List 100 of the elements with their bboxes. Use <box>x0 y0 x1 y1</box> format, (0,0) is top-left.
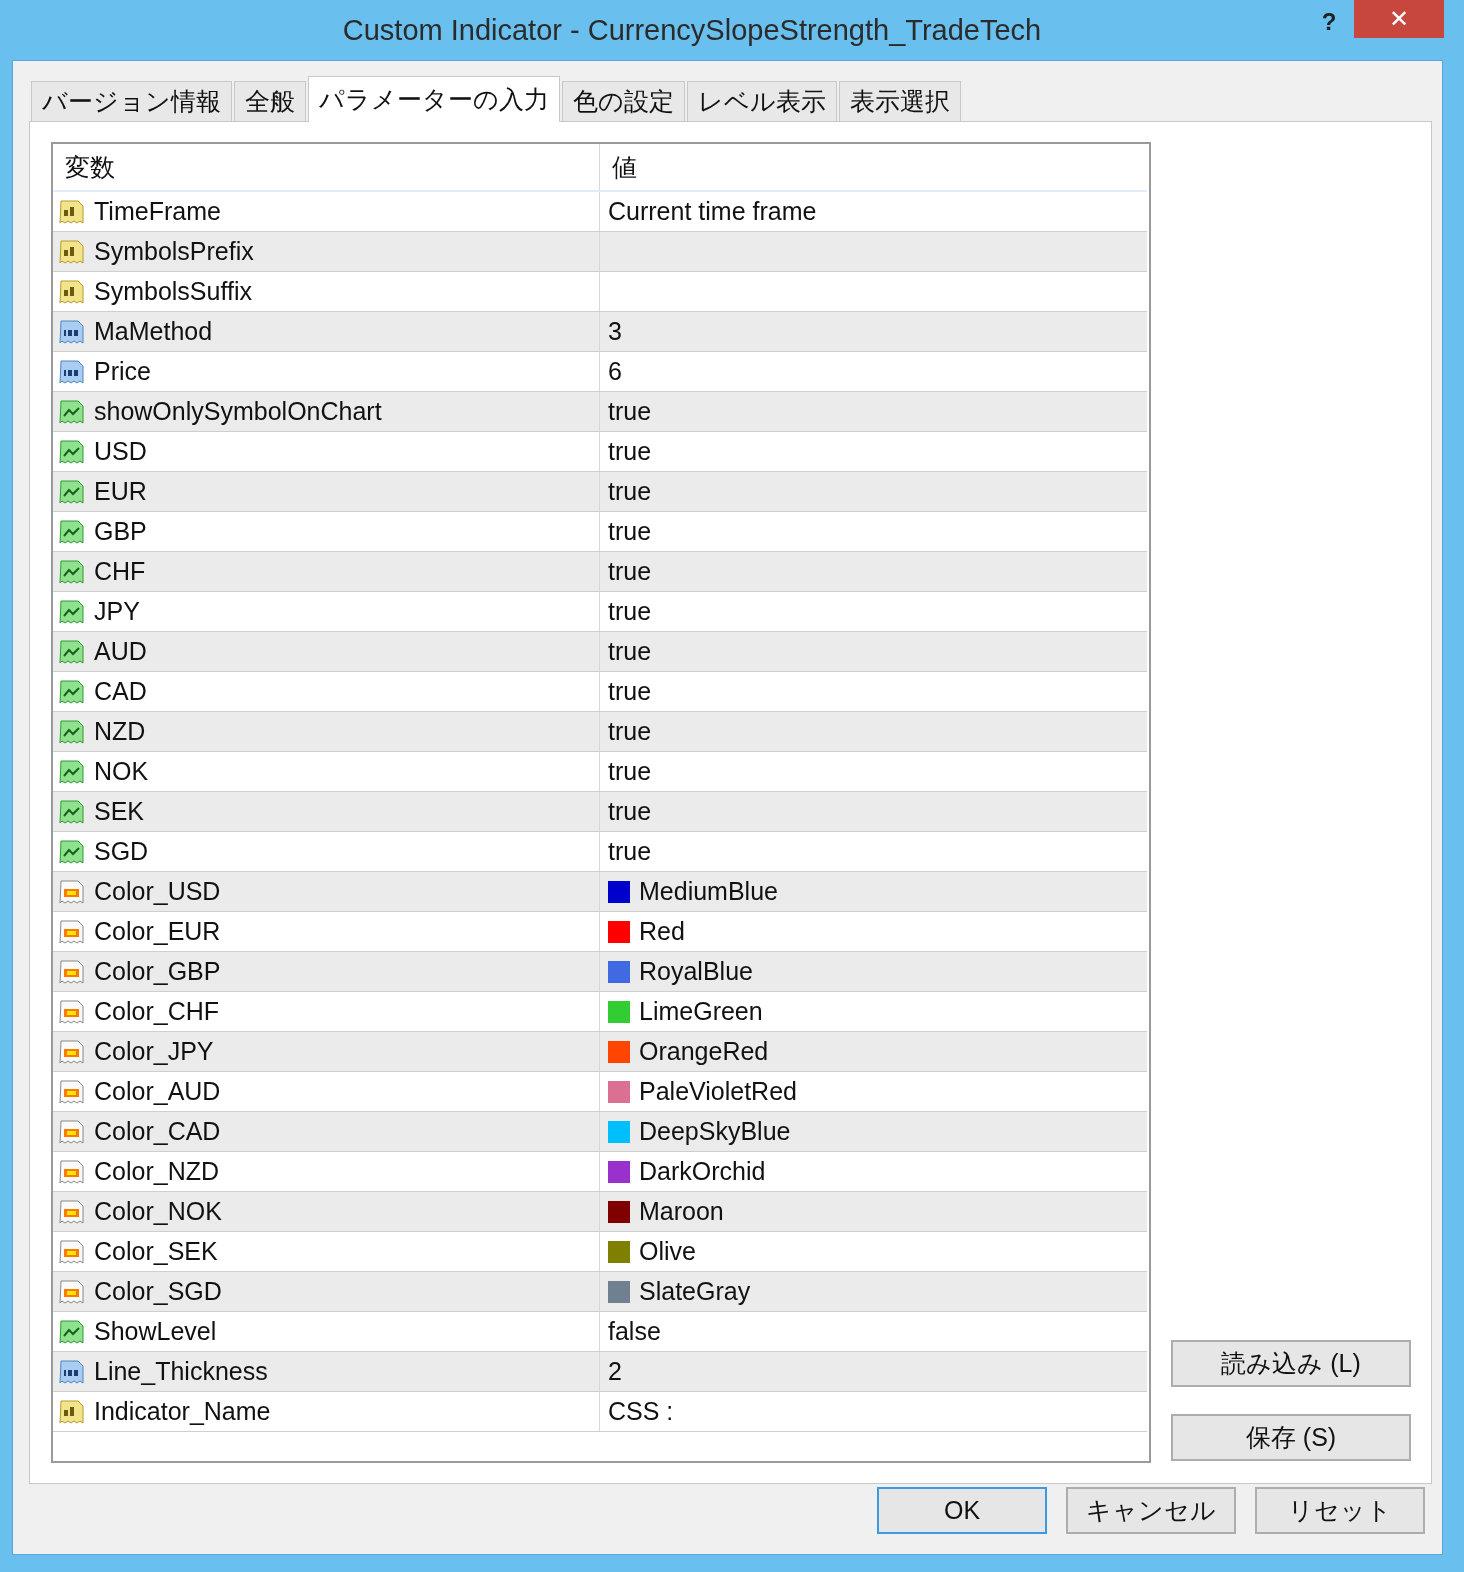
chart-type-icon <box>59 478 85 505</box>
tab[interactable]: パラメーターの入力 <box>308 76 560 122</box>
parameter-name: Color_GBP <box>94 957 221 986</box>
parameter-value[interactable]: Red <box>639 917 685 946</box>
parameter-value[interactable]: DeepSkyBlue <box>639 1117 791 1146</box>
number-type-icon <box>59 1358 85 1385</box>
dialog-button[interactable]: OK <box>877 1487 1047 1534</box>
parameter-value[interactable]: true <box>608 477 652 506</box>
parameter-value[interactable]: true <box>608 757 652 786</box>
chart-type-icon <box>59 598 85 625</box>
chart-type-icon <box>59 678 85 705</box>
parameter-name: Color_CHF <box>94 997 220 1026</box>
parameter-name: Color_SEK <box>94 1237 218 1266</box>
chart-type-icon <box>59 838 85 865</box>
parameter-value[interactable]: true <box>608 557 652 586</box>
chart-type-icon <box>59 798 85 825</box>
parameter-value[interactable]: true <box>608 597 652 626</box>
color-type-icon <box>59 918 85 945</box>
dialog-button[interactable]: 読み込み (L) <box>1171 1340 1411 1387</box>
parameter-name: EUR <box>94 477 147 506</box>
parameter-value[interactable]: true <box>608 677 652 706</box>
parameter-value[interactable]: true <box>608 837 652 866</box>
parameter-value[interactable]: LimeGreen <box>639 997 763 1026</box>
tab[interactable]: 色の設定 <box>562 81 685 121</box>
parameter-name: Color_EUR <box>94 917 221 946</box>
parameter-name: Line_Thickness <box>94 1357 268 1386</box>
parameter-name: NOK <box>94 757 149 786</box>
parameter-value[interactable]: true <box>608 637 652 666</box>
parameter-value[interactable]: true <box>608 797 652 826</box>
color-type-icon <box>59 1198 85 1225</box>
parameter-value[interactable]: SlateGray <box>639 1277 751 1306</box>
color-type-icon <box>59 1118 85 1145</box>
parameter-name: Price <box>94 357 151 386</box>
help-button[interactable]: ? <box>1304 2 1354 42</box>
text-type-icon <box>59 238 85 265</box>
parameter-value[interactable]: Maroon <box>639 1197 724 1226</box>
parameter-value[interactable]: Olive <box>639 1237 696 1266</box>
parameter-value[interactable]: true <box>608 517 652 546</box>
parameter-name: TimeFrame <box>94 197 221 226</box>
parameter-name: Color_AUD <box>94 1077 221 1106</box>
column-header: 変数 <box>64 151 116 183</box>
close-button[interactable]: ✕ <box>1354 0 1444 38</box>
chart-type-icon <box>59 758 85 785</box>
chart-type-icon <box>59 558 85 585</box>
parameter-name: Color_NOK <box>94 1197 222 1226</box>
parameter-value[interactable]: OrangeRed <box>639 1037 769 1066</box>
parameter-name: AUD <box>94 637 147 666</box>
parameter-value[interactable]: DarkOrchid <box>639 1157 766 1186</box>
chart-type-icon <box>59 718 85 745</box>
tab[interactable]: バージョン情報 <box>31 81 232 121</box>
parameter-value[interactable]: 3 <box>608 317 622 346</box>
column-header: 値 <box>599 144 1147 190</box>
parameter-name: CHF <box>94 557 146 586</box>
parameter-name: Color_CAD <box>94 1117 221 1146</box>
chart-type-icon <box>59 398 85 425</box>
parameter-value[interactable]: true <box>608 397 652 426</box>
parameter-name: Color_SGD <box>94 1277 222 1306</box>
window-title: Custom Indicator - CurrencySlopeStrength_TradeTech <box>341 13 1043 47</box>
color-type-icon <box>59 958 85 985</box>
parameter-value[interactable]: MediumBlue <box>639 877 778 906</box>
parameter-name: Indicator_Name <box>94 1397 271 1426</box>
tab[interactable]: 表示選択 <box>839 81 961 121</box>
parameter-value[interactable]: 2 <box>608 1357 622 1386</box>
color-type-icon <box>59 1278 85 1305</box>
parameter-value[interactable]: RoyalBlue <box>639 957 753 986</box>
parameter-value[interactable]: 6 <box>608 357 622 386</box>
color-type-icon <box>59 1158 85 1185</box>
color-type-icon <box>59 998 85 1025</box>
parameter-name: Color_JPY <box>94 1037 214 1066</box>
tab[interactable]: 全般 <box>234 81 306 121</box>
parameter-name: SGD <box>94 837 149 866</box>
parameter-value[interactable]: true <box>608 717 652 746</box>
dialog-button[interactable]: リセット <box>1255 1487 1425 1534</box>
parameter-name: JPY <box>94 597 140 626</box>
chart-type-icon <box>59 1318 85 1345</box>
parameter-value[interactable]: CSS : <box>608 1397 674 1426</box>
parameter-name: MaMethod <box>94 317 213 346</box>
parameter-value[interactable]: true <box>608 437 652 466</box>
dialog-button[interactable]: キャンセル <box>1066 1487 1236 1534</box>
parameter-name: SymbolsSuffix <box>94 277 252 306</box>
parameter-name: Color_USD <box>94 877 221 906</box>
parameter-name: showOnlySymbolOnChart <box>94 397 382 426</box>
parameter-name: SEK <box>94 797 145 826</box>
parameter-name: CAD <box>94 677 147 706</box>
parameter-value[interactable]: Current time frame <box>608 197 817 226</box>
number-type-icon <box>59 358 85 385</box>
parameter-name: GBP <box>94 517 147 546</box>
tab[interactable]: レベル表示 <box>687 81 837 121</box>
parameter-value[interactable]: false <box>608 1317 661 1346</box>
parameter-name: ShowLevel <box>94 1317 217 1346</box>
chart-type-icon <box>59 518 85 545</box>
dialog-button[interactable]: 保存 (S) <box>1171 1414 1411 1461</box>
color-type-icon <box>59 1038 85 1065</box>
text-type-icon <box>59 278 85 305</box>
parameter-name: Color_NZD <box>94 1157 220 1186</box>
color-type-icon <box>59 1238 85 1265</box>
chart-type-icon <box>59 438 85 465</box>
parameter-name: NZD <box>94 717 146 746</box>
parameter-value[interactable]: PaleVioletRed <box>639 1077 797 1106</box>
number-type-icon <box>59 318 85 345</box>
